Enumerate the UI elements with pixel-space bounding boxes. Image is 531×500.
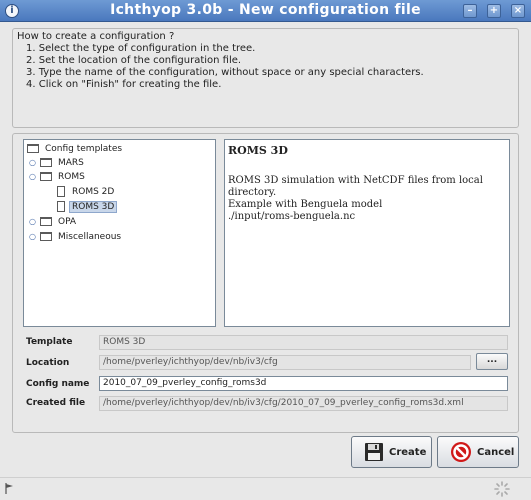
- tree-item-opa[interactable]: ○ OPA: [29, 215, 79, 228]
- description-title: ROMS 3D: [228, 144, 288, 157]
- config-name-input[interactable]: 2010_07_09_pverley_config_roms3d: [99, 376, 508, 391]
- cancel-button[interactable]: Cancel: [437, 436, 519, 468]
- instructions-panel: How to create a configuration ? 1. Selec…: [12, 28, 519, 128]
- template-field: ROMS 3D: [99, 335, 508, 350]
- configuration-panel: Config templates ○ MARS ○ ROMS ROMS 2D R…: [12, 133, 519, 433]
- tree-item-roms-2d[interactable]: ROMS 2D: [57, 185, 117, 198]
- instruction-step: 2. Set the location of the configuration…: [26, 55, 242, 66]
- minimize-button[interactable]: –: [463, 4, 477, 18]
- collapse-icon[interactable]: ○: [29, 172, 38, 181]
- description-line: Example with Benguela model: [228, 199, 383, 210]
- instructions-heading: How to create a configuration ?: [17, 31, 175, 42]
- folder-open-icon: [40, 172, 52, 181]
- instruction-step: 3. Type the name of the configuration, w…: [26, 67, 424, 78]
- browse-location-button[interactable]: ...: [476, 353, 508, 370]
- tree-item-roms[interactable]: ○ ROMS: [29, 170, 88, 183]
- file-icon: [57, 186, 65, 197]
- floppy-disk-icon: [365, 443, 383, 461]
- instruction-step: 1. Select the type of configuration in t…: [26, 43, 256, 54]
- tree-item-roms-3d[interactable]: ROMS 3D: [57, 200, 118, 213]
- busy-spinner-icon: [494, 481, 510, 497]
- tree-label: Miscellaneous: [58, 231, 122, 242]
- cancel-button-label: Cancel: [477, 446, 515, 458]
- created-file-field: /home/pverley/ichthyop/dev/nb/iv3/cfg/20…: [99, 396, 508, 411]
- tree-label-selected: ROMS 3D: [69, 200, 118, 213]
- create-button-label: Create: [389, 446, 427, 458]
- created-file-label: Created file: [26, 398, 86, 408]
- folder-icon: [40, 158, 52, 167]
- template-description: ROMS 3D ROMS 3D simulation with NetCDF f…: [224, 139, 510, 327]
- expand-icon[interactable]: ○: [29, 232, 38, 241]
- config-name-label: Config name: [26, 379, 90, 389]
- description-line: ROMS 3D simulation with NetCDF files fro…: [228, 175, 483, 186]
- title-bar: i Ichthyop 3.0b - New configuration file…: [0, 0, 531, 22]
- tree-root-config-templates[interactable]: Config templates: [27, 142, 125, 155]
- location-field: /home/pverley/ichthyop/dev/nb/iv3/cfg: [99, 355, 471, 370]
- instruction-step: 4. Click on "Finish" for creating the fi…: [26, 79, 222, 90]
- tree-label: Config templates: [45, 143, 123, 154]
- folder-icon: [40, 217, 52, 226]
- description-line: ./input/roms-benguela.nc: [228, 211, 356, 222]
- create-button[interactable]: Create: [351, 436, 432, 468]
- tree-label: MARS: [58, 157, 84, 168]
- tree-label: ROMS: [58, 171, 85, 182]
- template-label: Template: [26, 337, 73, 347]
- window-title: Ichthyop 3.0b - New configuration file: [110, 2, 421, 18]
- tree-label: OPA: [58, 216, 77, 227]
- no-entry-icon: [451, 442, 471, 462]
- expand-icon[interactable]: ○: [29, 158, 38, 167]
- status-bar: [0, 477, 531, 500]
- location-label: Location: [26, 358, 70, 368]
- description-line: directory.: [228, 187, 277, 198]
- folder-icon: [40, 232, 52, 241]
- flag-icon: [5, 483, 13, 494]
- tree-label: ROMS 2D: [72, 186, 115, 197]
- expand-icon[interactable]: ○: [29, 217, 38, 226]
- file-icon: [57, 201, 65, 212]
- close-button[interactable]: ×: [511, 4, 525, 18]
- config-template-tree[interactable]: Config templates ○ MARS ○ ROMS ROMS 2D R…: [23, 139, 216, 327]
- maximize-button[interactable]: +: [487, 4, 501, 18]
- instructions-list: 1. Select the type of configuration in t…: [26, 43, 424, 91]
- tree-item-miscellaneous[interactable]: ○ Miscellaneous: [29, 230, 124, 243]
- folder-open-icon: [27, 144, 39, 153]
- tree-item-mars[interactable]: ○ MARS: [29, 156, 87, 169]
